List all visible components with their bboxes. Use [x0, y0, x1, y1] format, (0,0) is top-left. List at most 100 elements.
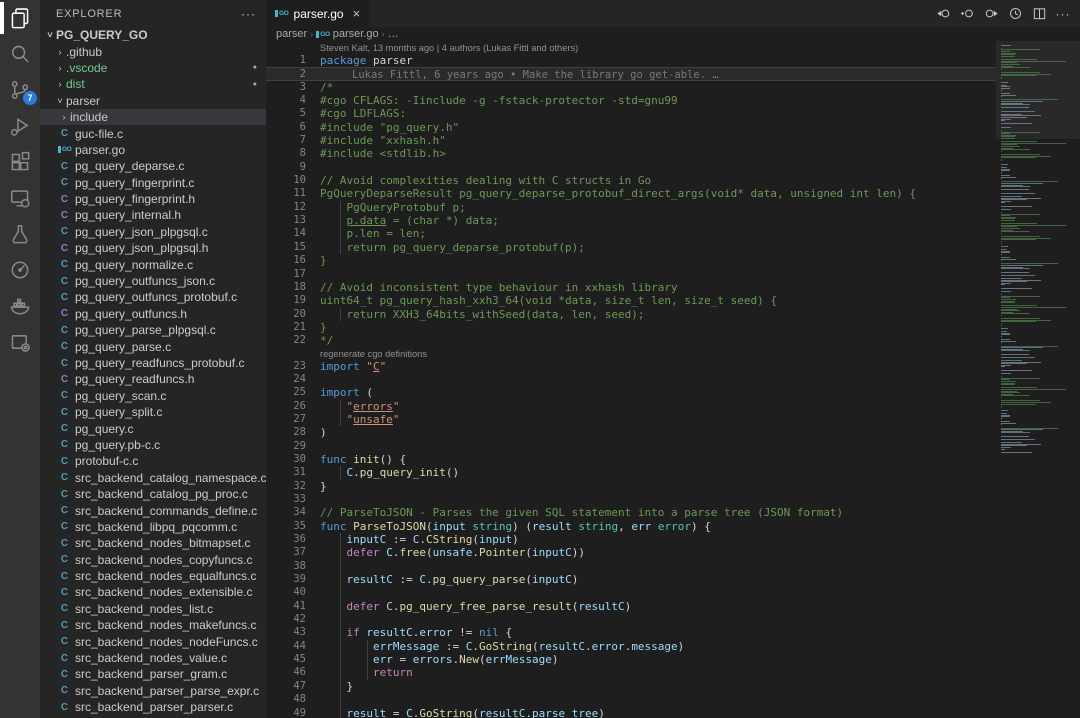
line-number: 49: [266, 707, 306, 718]
file-item-src-backend-nodes-value-c[interactable]: Csrc_backend_nodes_value.c: [40, 650, 266, 666]
file-item-pg-query-outfuncs-json-c[interactable]: Cpg_query_outfuncs_json.c: [40, 273, 266, 289]
gitlens-icon[interactable]: [0, 252, 40, 288]
file-item-src-backend-commands-define-c[interactable]: Csrc_backend_commands_define.c: [40, 502, 266, 518]
item-label: pg_query_readfuncs_protobuf.c: [75, 356, 244, 370]
file-item-pg-query-pb-c-c[interactable]: Cpg_query.pb-c.c: [40, 437, 266, 453]
file-item-pg-query-parse-plpgsql-c[interactable]: Cpg_query_parse_plpgsql.c: [40, 322, 266, 338]
minimap[interactable]: [996, 41, 1080, 718]
line-number: 33: [266, 493, 306, 506]
next-change-icon[interactable]: [982, 5, 1000, 23]
folder-item-parser[interactable]: ˅parser: [40, 93, 266, 109]
previous-change-icon[interactable]: [934, 5, 952, 23]
file-history-icon[interactable]: [1006, 5, 1024, 23]
c-source-file-icon: C: [58, 636, 71, 647]
code-editor[interactable]: Steven Kalt, 13 months ago | 4 authors (…: [266, 41, 1080, 718]
file-item-pg-query-readfuncs-protobuf-c[interactable]: Cpg_query_readfuncs_protobuf.c: [40, 355, 266, 371]
line-number: 32: [266, 480, 306, 493]
tab-parser-go[interactable]: GO parser.go ×: [266, 0, 369, 27]
file-item-pg-query-json-plpgsql-h[interactable]: Cpg_query_json_plpgsql.h: [40, 240, 266, 256]
open-changes-icon[interactable]: [958, 5, 976, 23]
breadcrumb-item[interactable]: parser: [276, 28, 307, 40]
containers-icon[interactable]: [0, 324, 40, 360]
tab-bar: GO parser.go × ···: [266, 0, 1080, 27]
file-item-pg-query-outfuncs-h[interactable]: Cpg_query_outfuncs.h: [40, 306, 266, 322]
file-item-pg-query-parse-c[interactable]: Cpg_query_parse.c: [40, 338, 266, 354]
file-item-pg-query-internal-h[interactable]: Cpg_query_internal.h: [40, 207, 266, 223]
indent-guide: [340, 413, 341, 426]
code-line-21: 21}: [266, 321, 996, 334]
file-item-pg-query-normalize-c[interactable]: Cpg_query_normalize.c: [40, 256, 266, 272]
file-item-src-backend-nodes-equalfuncs-c[interactable]: Csrc_backend_nodes_equalfuncs.c: [40, 568, 266, 584]
file-item-pg-query-deparse-c[interactable]: Cpg_query_deparse.c: [40, 158, 266, 174]
file-item-pg-query-json-plpgsql-c[interactable]: Cpg_query_json_plpgsql.c: [40, 224, 266, 240]
code-line-34: 34// ParseToJSON - Parses the given SQL …: [266, 506, 996, 519]
folder-item-dist[interactable]: ›dist●: [40, 76, 266, 92]
file-item-src-backend-parser-parser-c[interactable]: Csrc_backend_parser_parser.c: [40, 699, 266, 715]
c-header-file-icon: C: [58, 194, 71, 205]
file-item-src-backend-nodes-bitmapset-c[interactable]: Csrc_backend_nodes_bitmapset.c: [40, 535, 266, 551]
file-item-pg-query-c[interactable]: Cpg_query.c: [40, 420, 266, 436]
file-item-src-backend-nodes-makefuncs-c[interactable]: Csrc_backend_nodes_makefuncs.c: [40, 617, 266, 633]
file-item-pg-query-readfuncs-h[interactable]: Cpg_query_readfuncs.h: [40, 371, 266, 387]
extensions-icon[interactable]: [0, 144, 40, 180]
split-editor-icon[interactable]: [1030, 5, 1048, 23]
indent-guide: [340, 666, 341, 679]
item-label: src_backend_parser_parser.c: [75, 700, 233, 714]
item-label: pg_query_outfuncs_protobuf.c: [75, 290, 237, 304]
file-item-pg-query-split-c[interactable]: Cpg_query_split.c: [40, 404, 266, 420]
c-source-file-icon: C: [58, 685, 71, 696]
line-number: 4: [266, 94, 306, 107]
line-number: 3: [266, 81, 306, 94]
file-item-src-backend-libpq-pqcomm-c[interactable]: Csrc_backend_libpq_pqcomm.c: [40, 519, 266, 535]
remote-explorer-icon[interactable]: [0, 180, 40, 216]
folder-item--github[interactable]: ›.github: [40, 43, 266, 59]
file-item-pg-query-fingerprint-c[interactable]: Cpg_query_fingerprint.c: [40, 175, 266, 191]
c-source-file-icon: C: [58, 177, 71, 188]
search-icon[interactable]: [0, 36, 40, 72]
line-number: 15: [266, 241, 306, 254]
c-source-file-icon: C: [58, 489, 71, 500]
codelens[interactable]: regenerate cgo definitions: [266, 348, 996, 360]
c-source-file-icon: C: [58, 620, 71, 631]
tree-root-pg-query-go[interactable]: ˅ PG_QUERY_GO: [40, 27, 266, 43]
item-label: pg_query_fingerprint.c: [75, 176, 194, 190]
sidebar-more-actions-icon[interactable]: ···: [241, 7, 256, 21]
run-and-debug-icon[interactable]: [0, 108, 40, 144]
file-item-src-backend-catalog-pg-proc-c[interactable]: Csrc_backend_catalog_pg_proc.c: [40, 486, 266, 502]
file-item-protobuf-c-c[interactable]: Cprotobuf-c.c: [40, 453, 266, 469]
file-item-pg-query-outfuncs-protobuf-c[interactable]: Cpg_query_outfuncs_protobuf.c: [40, 289, 266, 305]
file-item-src-backend-nodes-copyfuncs-c[interactable]: Csrc_backend_nodes_copyfuncs.c: [40, 552, 266, 568]
file-item-src-backend-nodes-list-c[interactable]: Csrc_backend_nodes_list.c: [40, 601, 266, 617]
file-item-pg-query-scan-c[interactable]: Cpg_query_scan.c: [40, 388, 266, 404]
file-item-src-backend-nodes-extensible-c[interactable]: Csrc_backend_nodes_extensible.c: [40, 584, 266, 600]
file-item-src-backend-nodes-nodefuncs-c[interactable]: Csrc_backend_nodes_nodeFuncs.c: [40, 633, 266, 649]
codelens[interactable]: Steven Kalt, 13 months ago | 4 authors (…: [266, 42, 996, 54]
file-item-pg-query-fingerprint-h[interactable]: Cpg_query_fingerprint.h: [40, 191, 266, 207]
docker-icon[interactable]: [0, 288, 40, 324]
line-number: 11: [266, 187, 306, 200]
breadcrumb-item[interactable]: GOparser.go: [316, 28, 378, 40]
c-source-file-icon: C: [58, 276, 71, 287]
code-line-18: 18// Avoid inconsistent type behaviour i…: [266, 281, 996, 294]
line-number: 27: [266, 413, 306, 426]
line-number: 19: [266, 294, 306, 307]
testing-icon[interactable]: [0, 216, 40, 252]
close-icon[interactable]: ×: [353, 6, 361, 21]
c-header-file-icon: C: [58, 243, 71, 254]
file-item-src-backend-catalog-namespace-c[interactable]: Csrc_backend_catalog_namespace.c: [40, 470, 266, 486]
more-actions-icon[interactable]: ···: [1054, 5, 1072, 23]
folder-item--vscode[interactable]: ›.vscode●: [40, 60, 266, 76]
code-line-46: 46 return: [266, 666, 996, 679]
file-item-src-backend-parser-gram-c[interactable]: Csrc_backend_parser_gram.c: [40, 666, 266, 682]
breadcrumb-item[interactable]: …: [388, 28, 399, 40]
source-control-icon[interactable]: 7: [0, 72, 40, 108]
file-item-src-backend-parser-parse-expr-c[interactable]: Csrc_backend_parser_parse_expr.c: [40, 683, 266, 699]
item-label: src_backend_parser_gram.c: [75, 667, 227, 681]
file-item-parser-go[interactable]: GOparser.go: [40, 142, 266, 158]
c-source-file-icon: C: [58, 702, 71, 713]
item-label: src_backend_nodes_bitmapset.c: [75, 536, 250, 550]
c-source-file-icon: C: [58, 358, 71, 369]
file-item-guc-file-c[interactable]: Cguc-file.c: [40, 125, 266, 141]
folder-item-include[interactable]: ›include: [40, 109, 266, 125]
explorer-icon[interactable]: [0, 0, 40, 36]
